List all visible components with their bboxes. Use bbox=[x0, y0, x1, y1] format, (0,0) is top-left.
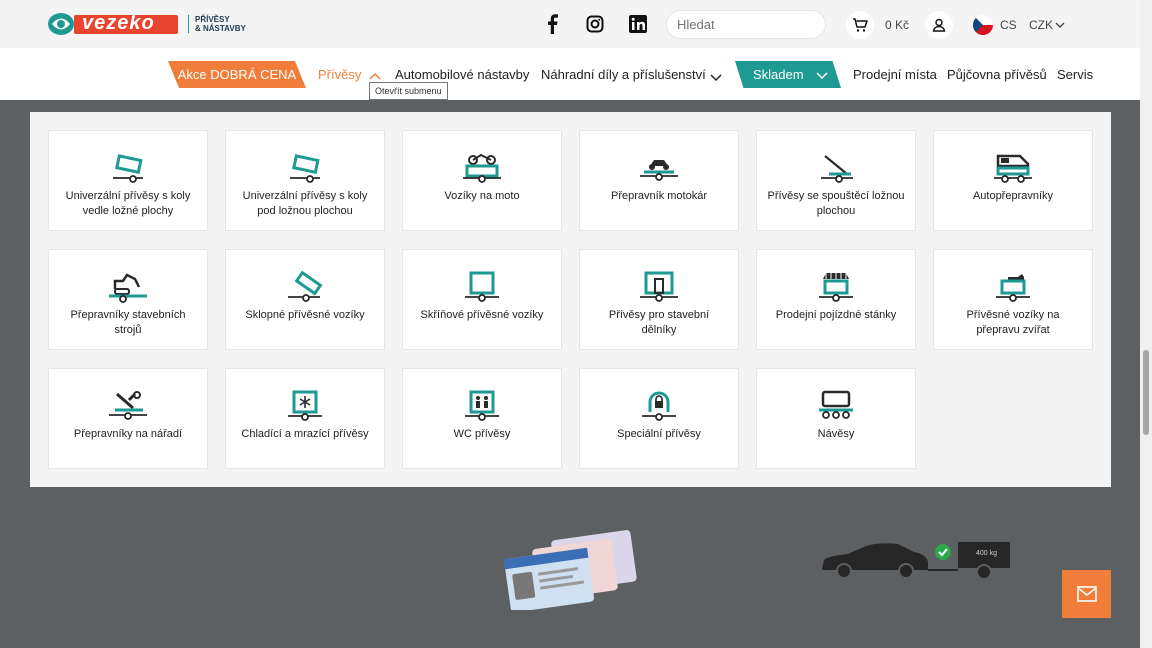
submenu-card[interactable]: Univerzální přívěsy s koly pod ložnou pl… bbox=[225, 130, 385, 231]
submenu-card-label: Speciální přívěsy bbox=[617, 428, 701, 440]
stall-trailer-icon bbox=[819, 273, 853, 302]
promo-button[interactable]: Akce DOBRÁ CENA bbox=[168, 61, 306, 88]
chevron-down-icon bbox=[816, 70, 828, 80]
semi-trailer-icon bbox=[819, 390, 853, 419]
submenu-card[interactable]: Skříňové přívěsné vozíky bbox=[402, 249, 562, 350]
motorbike-trailer-icon bbox=[463, 153, 501, 183]
tilt-trailer-icon bbox=[290, 154, 320, 183]
search-input[interactable] bbox=[666, 10, 826, 39]
tipper-trailer-icon bbox=[288, 270, 323, 302]
logo-sub-line2: & NÁSTAVBY bbox=[195, 24, 246, 33]
cart-total[interactable]: 0 Kč bbox=[885, 18, 909, 32]
chevron-down-icon[interactable] bbox=[1055, 17, 1065, 35]
language-selector[interactable]: CS bbox=[1000, 18, 1017, 32]
submenu-card-label: Autopřepravníky bbox=[972, 190, 1054, 202]
submenu-card[interactable]: Univerzální přívěsy s koly vedle ložné p… bbox=[48, 130, 208, 231]
scrollbar[interactable] bbox=[1140, 0, 1152, 648]
submenu-card-label: Přívěsy pro stavební dělníky bbox=[608, 309, 710, 336]
cart-icon[interactable] bbox=[846, 11, 874, 39]
contact-button[interactable] bbox=[1062, 570, 1111, 618]
submenu-card-label: Univerzální přívěsy s koly vedle ložné p… bbox=[65, 190, 191, 217]
car-transporter-icon bbox=[994, 154, 1032, 183]
submenu-card[interactable]: Přepravníky na nářadí bbox=[48, 368, 208, 469]
logo[interactable]: vezeko PŘÍVĚSY & NÁSTAVBY bbox=[48, 11, 246, 37]
instagram-icon[interactable] bbox=[583, 12, 607, 36]
submenu-card-label: Návěsy bbox=[817, 428, 855, 440]
submenu-card-label: Prodejní pojízdné stánky bbox=[775, 309, 897, 321]
logo-mark: vezeko bbox=[48, 11, 180, 37]
tool-trailer-icon bbox=[109, 391, 147, 420]
logo-sub-line1: PŘÍVĚSY bbox=[195, 15, 230, 24]
mail-icon bbox=[1076, 586, 1097, 602]
submenu-card-label: WC přívěsy bbox=[453, 428, 511, 440]
submenu-card-label: Přívěsy se spouštěcí ložnou plochou bbox=[767, 190, 905, 217]
submenu-card-label: Přepravník motokár bbox=[611, 190, 707, 202]
submenu-card[interactable]: Vozíky na moto bbox=[402, 130, 562, 231]
chevron-down-icon[interactable] bbox=[710, 69, 722, 87]
submenu-card[interactable]: Návěsy bbox=[756, 368, 916, 469]
submenu-card[interactable]: Přepravníky stavebních strojů bbox=[48, 249, 208, 350]
logo-subtitle: PŘÍVĚSY & NÁSTAVBY bbox=[188, 15, 246, 33]
trailers-submenu: Univerzální přívěsy s koly vedle ložné p… bbox=[30, 112, 1111, 487]
submenu-card-label: Chladící a mrazící přívěsy bbox=[241, 428, 369, 440]
submenu-card[interactable]: WC přívěsy bbox=[402, 368, 562, 469]
car-with-trailer-image: 400 kg bbox=[818, 538, 1012, 584]
main-nav: Přívěsy Automobilové nástavby Náhradní d… bbox=[0, 48, 1140, 100]
top-bar: vezeko PŘÍVĚSY & NÁSTAVBY 0 Kč CS CZK bbox=[0, 0, 1140, 48]
excavator-trailer-icon bbox=[109, 273, 147, 303]
lowering-trailer-icon bbox=[821, 155, 853, 183]
submenu-card[interactable]: Přívěsy pro stavební dělníky bbox=[579, 249, 739, 350]
submenu-card-label: Skříňové přívěsné vozíky bbox=[420, 309, 544, 321]
submenu-card[interactable]: Přívěsy se spouštěcí ložnou plochou bbox=[756, 130, 916, 231]
freezer-trailer-icon bbox=[288, 390, 322, 421]
kart-trailer-icon bbox=[640, 160, 678, 181]
wc-trailer-icon bbox=[465, 390, 499, 421]
trailer-weight-label: 400 kg bbox=[976, 550, 998, 557]
currency-selector[interactable]: CZK bbox=[1029, 18, 1053, 32]
logo-text: vezeko bbox=[82, 12, 155, 34]
submenu-card[interactable]: Přívěsné vozíky na přepravu zvířat bbox=[933, 249, 1093, 350]
submenu-card[interactable]: Chladící a mrazící přívěsy bbox=[225, 368, 385, 469]
submenu-card[interactable]: Sklopné přívěsné vozíky bbox=[225, 249, 385, 350]
submenu-card[interactable]: Přepravník motokár bbox=[579, 130, 739, 231]
submenu-card-label: Přepravníky stavebních strojů bbox=[70, 309, 186, 336]
nav-stores[interactable]: Prodejní místa bbox=[853, 67, 937, 82]
submenu-card-label: Sklopné přívěsné vozíky bbox=[245, 309, 365, 321]
submenu-card-label: Vozíky na moto bbox=[444, 190, 520, 202]
nav-service[interactable]: Servis bbox=[1057, 67, 1093, 82]
linkedin-icon[interactable] bbox=[626, 12, 650, 36]
box-trailer-icon bbox=[465, 271, 499, 302]
submenu-card-label: Univerzální přívěsy s koly pod ložnou pl… bbox=[242, 190, 368, 217]
stock-label: Skladem bbox=[753, 67, 804, 82]
scrollbar-thumb[interactable] bbox=[1143, 350, 1149, 435]
submenu-tooltip: Otevřít submenu bbox=[369, 82, 448, 100]
animal-trailer-icon bbox=[996, 274, 1030, 302]
submenu-card[interactable]: Prodejní pojízdné stánky bbox=[756, 249, 916, 350]
facebook-icon[interactable] bbox=[540, 12, 564, 36]
submenu-card-label: Přívěsné vozíky na přepravu zvířat bbox=[966, 309, 1060, 336]
worker-trailer-icon bbox=[640, 271, 678, 302]
submenu-card-label: Přepravníky na nářadí bbox=[73, 428, 183, 440]
stock-button[interactable]: Skladem bbox=[735, 61, 841, 88]
tilt-trailer-icon bbox=[113, 154, 143, 183]
czech-flag-icon[interactable] bbox=[973, 15, 993, 35]
submenu-card[interactable]: Speciální přívěsy bbox=[579, 368, 739, 469]
special-trailer-icon bbox=[642, 391, 676, 421]
nav-trailers[interactable]: Přívěsy bbox=[318, 67, 361, 82]
submenu-card[interactable]: Autopřepravníky bbox=[933, 130, 1093, 231]
driving-licence-image bbox=[500, 530, 645, 613]
nav-superstructures[interactable]: Automobilové nástavby bbox=[395, 67, 529, 82]
nav-parts[interactable]: Náhradní díly a příslušenství bbox=[541, 67, 706, 82]
user-icon[interactable] bbox=[925, 11, 953, 39]
nav-rental[interactable]: Půjčovna přívěsů bbox=[947, 67, 1047, 82]
